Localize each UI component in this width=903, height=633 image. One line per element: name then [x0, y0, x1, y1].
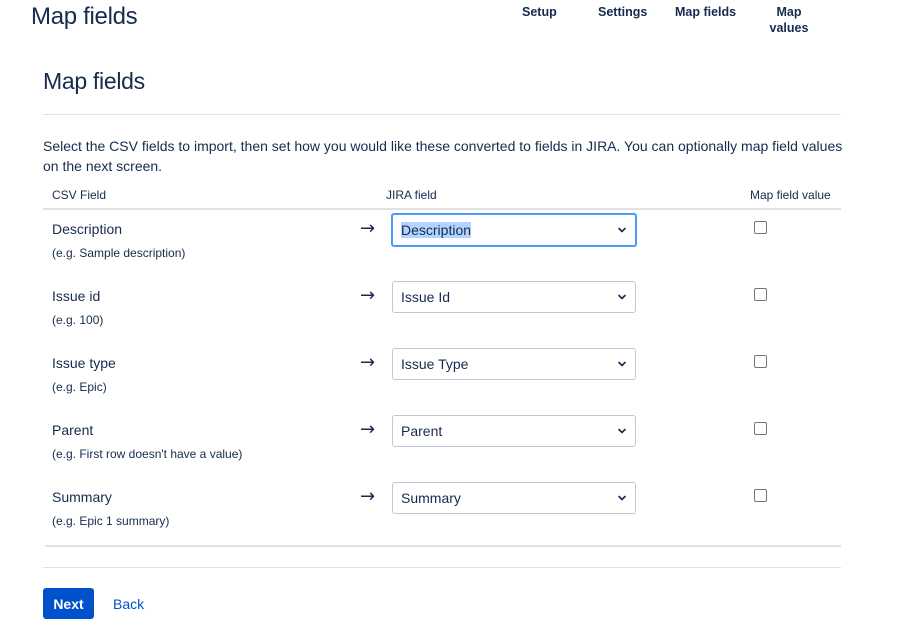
- csv-field-example: (e.g. First row doesn't have a value): [52, 447, 243, 461]
- step-map-fields[interactable]: Map fields: [675, 4, 736, 20]
- csv-field-name: Summary: [52, 489, 112, 505]
- divider: [43, 114, 841, 115]
- table-row: Parent (e.g. First row doesn't have a va…: [0, 415, 903, 489]
- csv-field-name: Description: [52, 221, 123, 237]
- chevron-down-icon: [618, 495, 626, 501]
- arrow-right-icon: →: [360, 218, 376, 239]
- chevron-down-icon: [618, 227, 626, 233]
- chevron-down-icon: [618, 361, 626, 367]
- csv-field-example: (e.g. Sample description): [52, 246, 186, 260]
- csv-field-example: (e.g. 100): [52, 313, 104, 327]
- page-title: Map fields: [43, 68, 145, 94]
- arrow-right-icon: →: [360, 285, 376, 306]
- table-row: Issue type (e.g. Epic) → Issue Type: [0, 348, 903, 422]
- back-link[interactable]: Back: [113, 596, 144, 612]
- arrow-right-icon: →: [360, 419, 376, 440]
- csv-field-name: Parent: [52, 422, 94, 438]
- csv-field-example: (e.g. Epic 1 summary): [52, 514, 170, 528]
- step-setup[interactable]: Setup: [522, 4, 557, 20]
- jira-field-select-value: Summary: [401, 490, 461, 506]
- table-row: Issue id (e.g. 100) → Issue Id: [0, 281, 903, 355]
- jira-field-select[interactable]: Issue Type: [392, 348, 636, 380]
- map-field-value-checkbox[interactable]: [754, 422, 767, 435]
- map-field-value-checkbox[interactable]: [754, 221, 767, 234]
- table-row: Description (e.g. Sample description) → …: [0, 213, 903, 288]
- csv-field-example: (e.g. Epic): [52, 380, 107, 394]
- csv-field-name: Issue type: [52, 355, 116, 371]
- intro-text: Select the CSV fields to import, then se…: [43, 138, 843, 174]
- arrow-right-icon: →: [360, 486, 376, 507]
- step-map-values[interactable]: Map values: [762, 4, 816, 36]
- map-field-value-checkbox[interactable]: [754, 288, 767, 301]
- jira-field-select[interactable]: Parent: [392, 415, 636, 447]
- step-settings[interactable]: Settings: [598, 4, 647, 20]
- map-field-value-checkbox[interactable]: [754, 355, 767, 368]
- jira-field-select-value: Parent: [401, 423, 443, 439]
- csv-field-name: Issue id: [52, 288, 101, 304]
- chevron-down-icon: [618, 294, 626, 300]
- column-header-csv-field: CSV Field: [52, 188, 107, 202]
- chevron-down-icon: [618, 428, 626, 434]
- jira-field-select-value: Issue Id: [401, 289, 451, 305]
- next-button[interactable]: Next: [43, 588, 94, 619]
- arrow-right-icon: →: [360, 352, 376, 373]
- jira-field-select-value: Issue Type: [401, 356, 469, 372]
- jira-field-select[interactable]: Summary: [392, 482, 636, 514]
- column-header-map-field-value: Map field value: [750, 188, 831, 202]
- jira-field-select[interactable]: Description: [391, 213, 637, 247]
- map-field-value-checkbox[interactable]: [754, 489, 767, 502]
- jira-field-select[interactable]: Issue Id: [392, 281, 636, 313]
- jira-field-select-value: Description: [401, 222, 472, 238]
- wizard-steps: Setup Settings Map fields Map values: [0, 4, 903, 40]
- divider: [43, 567, 841, 568]
- table-header-divider: [43, 208, 841, 210]
- table-bottom-divider: [45, 545, 841, 547]
- column-header-jira-field: JIRA field: [386, 188, 437, 202]
